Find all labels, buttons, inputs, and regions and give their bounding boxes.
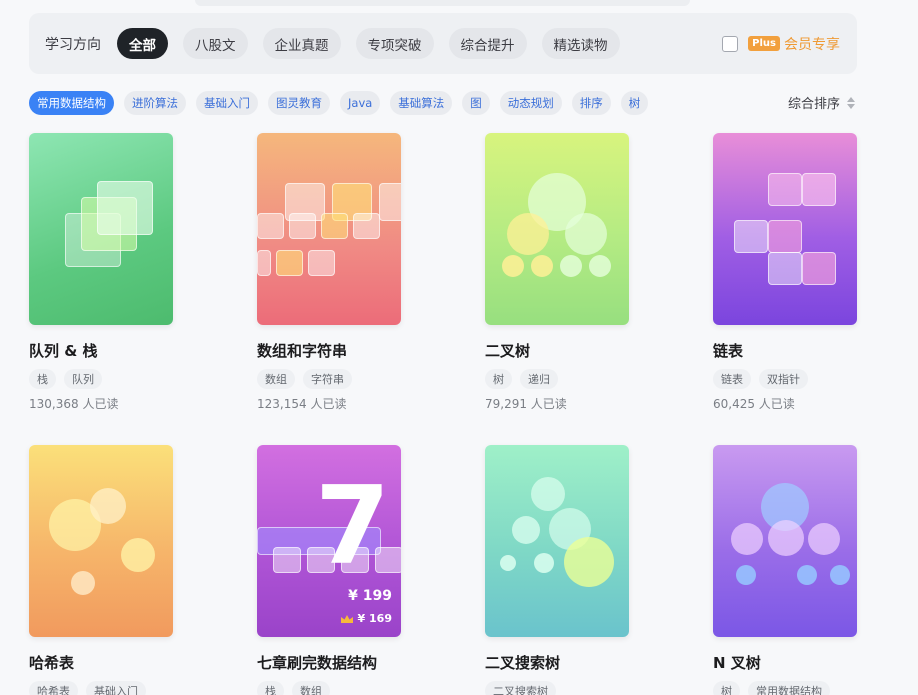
category-pill-special[interactable]: 专项突破 <box>355 28 434 59</box>
book-title[interactable]: 数组和字符串 <box>257 340 457 362</box>
category-pill-all[interactable]: 全部 <box>117 28 168 59</box>
book-cover-image[interactable] <box>485 133 629 325</box>
category-pill-bagu[interactable]: 八股文 <box>183 28 248 59</box>
category-pill-improve[interactable]: 综合提升 <box>448 28 527 59</box>
book-card[interactable]: N 叉树 树 常用数据结构 <box>713 445 913 695</box>
tag-advanced-algo[interactable]: 进阶算法 <box>124 90 186 115</box>
book-tags: 栈 数组 <box>257 681 457 695</box>
book-tag[interactable]: 二叉搜索树 <box>485 681 556 695</box>
book-tags: 二叉搜索树 <box>485 681 685 695</box>
plus-member-label: 会员专享 <box>784 36 840 53</box>
book-tag[interactable]: 树 <box>485 369 512 389</box>
plus-badge: Plus <box>748 36 780 51</box>
tag-basic-algo[interactable]: 基础算法 <box>390 90 453 115</box>
book-card[interactable]: 7 ¥ 199 ¥ 169 七章刷完数据结构 栈 数组 <box>257 445 457 695</box>
member-price-value: ¥ 169 <box>357 612 392 625</box>
book-card[interactable]: 数组和字符串 数组 字符串 123,154 人已读 <box>257 133 457 412</box>
book-tag[interactable]: 队列 <box>64 369 102 389</box>
book-tag[interactable]: 常用数据结构 <box>748 681 830 695</box>
book-cover-image[interactable] <box>29 133 173 325</box>
book-tag[interactable]: 数组 <box>257 369 295 389</box>
category-pill-company[interactable]: 企业真题 <box>262 28 341 59</box>
sort-label: 综合排序 <box>787 97 840 112</box>
book-tags: 数组 字符串 <box>257 369 457 389</box>
book-card[interactable]: 哈希表 哈希表 基础入门 <box>29 445 229 695</box>
book-tag[interactable]: 链表 <box>713 369 751 389</box>
tag-dp[interactable]: 动态规划 <box>499 90 562 115</box>
book-tag[interactable]: 栈 <box>257 681 284 695</box>
plus-member-filter[interactable]: Plus 会员专享 <box>722 13 840 74</box>
book-tag[interactable]: 树 <box>713 681 740 695</box>
book-tag[interactable]: 数组 <box>292 681 330 695</box>
read-count: 60,425 人已读 <box>713 397 795 411</box>
tag-sort[interactable]: 排序 <box>571 90 611 115</box>
book-title[interactable]: 队列 & 栈 <box>29 340 229 362</box>
tag-java[interactable]: Java <box>340 90 381 115</box>
book-tag[interactable]: 哈希表 <box>29 681 78 695</box>
read-count: 123,154 人已读 <box>257 397 347 411</box>
direction-filter-bar: 学习方向 全部 八股文 企业真题 专项突破 综合提升 精选读物 Plus 会员专… <box>29 13 857 74</box>
book-tags: 链表 双指针 <box>713 369 913 389</box>
book-title[interactable]: 二叉树 <box>485 340 685 362</box>
tag-tree[interactable]: 树 <box>620 90 649 115</box>
tag-basics[interactable]: 基础入门 <box>196 90 258 115</box>
book-card[interactable]: 二叉搜索树 二叉搜索树 <box>485 445 685 695</box>
book-title[interactable]: 哈希表 <box>29 652 229 674</box>
crown-icon <box>340 614 353 623</box>
direction-label: 学习方向 <box>45 36 101 53</box>
book-tags: 栈 队列 <box>29 369 229 389</box>
book-card[interactable]: 二叉树 树 递归 79,291 人已读 <box>485 133 685 412</box>
book-cover-image[interactable] <box>713 445 857 637</box>
book-list-page: 学习方向 全部 八股文 企业真题 专项突破 综合提升 精选读物 Plus 会员专… <box>0 0 918 695</box>
read-count: 79,291 人已读 <box>485 397 567 411</box>
tag-common-ds[interactable]: 常用数据结构 <box>29 90 114 115</box>
tag-turing[interactable]: 图灵教育 <box>268 90 330 115</box>
book-cover-image[interactable] <box>485 445 629 637</box>
sort-arrows-icon <box>846 96 855 109</box>
book-tag[interactable]: 栈 <box>29 369 56 389</box>
book-tags: 树 递归 <box>485 369 685 389</box>
book-cover-image[interactable]: 7 ¥ 199 ¥ 169 <box>257 445 401 637</box>
book-cover-image[interactable] <box>713 133 857 325</box>
book-title[interactable]: 二叉搜索树 <box>485 652 685 674</box>
category-pill-reading[interactable]: 精选读物 <box>541 28 620 59</box>
tag-graph[interactable]: 图 <box>462 90 490 115</box>
book-title[interactable]: 链表 <box>713 340 913 362</box>
book-tag[interactable]: 基础入门 <box>86 681 146 695</box>
book-cover-image[interactable] <box>257 133 401 325</box>
book-card[interactable]: 队列 & 栈 栈 队列 130,368 人已读 <box>29 133 229 412</box>
tag-filter-row: 常用数据结构 进阶算法 基础入门 图灵教育 Java 基础算法 图 动态规划 排… <box>29 90 857 115</box>
book-title[interactable]: N 叉树 <box>713 652 913 674</box>
book-card[interactable]: 链表 链表 双指针 60,425 人已读 <box>713 133 913 412</box>
plus-only-checkbox[interactable] <box>722 35 739 52</box>
book-tag[interactable]: 递归 <box>520 369 558 389</box>
book-title[interactable]: 七章刷完数据结构 <box>257 652 457 674</box>
book-tag[interactable]: 双指针 <box>759 369 808 389</box>
member-price: ¥ 169 <box>340 612 392 625</box>
book-tag[interactable]: 字符串 <box>303 369 352 389</box>
sort-dropdown[interactable]: 综合排序 <box>788 90 855 115</box>
book-tags: 哈希表 基础入门 <box>29 681 229 695</box>
read-count: 130,368 人已读 <box>29 397 119 411</box>
book-tags: 树 常用数据结构 <box>713 681 913 695</box>
book-cover-image[interactable] <box>29 445 173 637</box>
book-price: ¥ 199 <box>348 588 392 604</box>
top-edge <box>195 0 690 6</box>
